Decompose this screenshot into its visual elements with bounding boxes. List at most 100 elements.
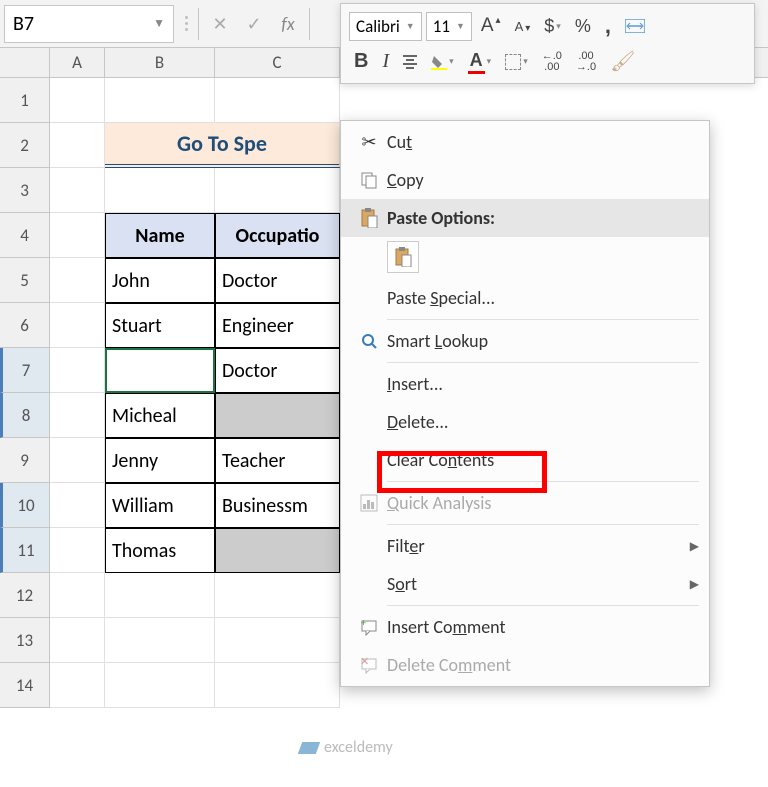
- cell[interactable]: [50, 618, 105, 663]
- row-header-9[interactable]: 9: [0, 438, 50, 483]
- col-header-C[interactable]: C: [215, 48, 340, 77]
- font-selector[interactable]: Calibri▼: [349, 12, 422, 41]
- name-box-dropdown-icon[interactable]: ▼: [153, 16, 165, 31]
- table-cell[interactable]: Doctor: [215, 348, 340, 393]
- row-header-13[interactable]: 13: [0, 618, 50, 663]
- separator: [309, 8, 310, 40]
- bold-button[interactable]: B: [349, 47, 373, 76]
- increase-font-button[interactable]: A▴: [476, 12, 506, 40]
- font-color-label: A: [468, 50, 485, 74]
- table-cell[interactable]: Doctor: [215, 258, 340, 303]
- quick-analysis-icon: [351, 494, 387, 512]
- cell[interactable]: [50, 78, 105, 123]
- search-icon: [351, 332, 387, 350]
- table-cell[interactable]: [215, 393, 340, 438]
- row-header-8[interactable]: 8: [0, 393, 50, 438]
- decrease-decimal-button[interactable]: .00→.0: [571, 48, 601, 76]
- col-header-B[interactable]: B: [105, 48, 215, 77]
- table-header-name[interactable]: Name: [105, 213, 215, 258]
- center-align-button[interactable]: [398, 50, 422, 74]
- cell[interactable]: [105, 573, 215, 618]
- cell[interactable]: [50, 573, 105, 618]
- cell[interactable]: [105, 168, 215, 213]
- ctx-insert-comment[interactable]: + Insert Comment: [341, 608, 709, 646]
- cell[interactable]: [50, 483, 105, 528]
- table-cell[interactable]: [215, 528, 340, 573]
- ctx-sort-label: Sort: [387, 573, 690, 595]
- name-box[interactable]: B7 ▼: [4, 5, 174, 43]
- col-header-A[interactable]: A: [50, 48, 105, 77]
- decrease-font-button[interactable]: A▾: [510, 16, 536, 37]
- ctx-clear-contents[interactable]: Clear Contents: [341, 441, 709, 479]
- ctx-smart-lookup[interactable]: Smart Lookup: [341, 322, 709, 360]
- cell[interactable]: [50, 528, 105, 573]
- dropdown-icon: ▾: [556, 21, 561, 32]
- cell[interactable]: [50, 213, 105, 258]
- borders-button[interactable]: ▾: [500, 51, 533, 73]
- ctx-filter[interactable]: Filter ▶: [341, 527, 709, 565]
- ctx-insert[interactable]: Insert...: [341, 365, 709, 403]
- font-color-button[interactable]: A▾: [463, 47, 497, 77]
- format-painter-button[interactable]: 🖌: [605, 46, 640, 77]
- cell[interactable]: [215, 573, 340, 618]
- table-header-occupation[interactable]: Occupatio: [215, 213, 340, 258]
- font-name: Calibri: [356, 16, 400, 37]
- percent-button[interactable]: %: [570, 13, 596, 40]
- paste-option-button[interactable]: [387, 241, 419, 273]
- table-cell[interactable]: Thomas: [105, 528, 215, 573]
- row-header-14[interactable]: 14: [0, 663, 50, 708]
- table-cell[interactable]: John: [105, 258, 215, 303]
- cell[interactable]: [50, 438, 105, 483]
- ctx-sort[interactable]: Sort ▶: [341, 565, 709, 603]
- ctx-cut[interactable]: ✂ Cut: [341, 123, 709, 161]
- cell[interactable]: [50, 258, 105, 303]
- row-header-3[interactable]: 3: [0, 168, 50, 213]
- ctx-paste-options-label: Paste Options:: [387, 207, 699, 229]
- fx-icon[interactable]: fx: [271, 7, 305, 41]
- cell[interactable]: [215, 168, 340, 213]
- table-cell[interactable]: William: [105, 483, 215, 528]
- fill-color-button[interactable]: ▾: [426, 51, 459, 73]
- cell[interactable]: [50, 168, 105, 213]
- cell[interactable]: [50, 303, 105, 348]
- table-cell[interactable]: Stuart: [105, 303, 215, 348]
- row-header-1[interactable]: 1: [0, 78, 50, 123]
- table-cell[interactable]: Businessm: [215, 483, 340, 528]
- increase-decimal-button[interactable]: ←.0.00: [537, 48, 567, 76]
- active-cell[interactable]: [105, 348, 215, 393]
- ctx-delete-comment: ✕ Delete Comment: [341, 646, 709, 684]
- row-header-11[interactable]: 11: [0, 528, 50, 573]
- select-all-corner[interactable]: [0, 48, 50, 77]
- cell[interactable]: [50, 123, 105, 168]
- cell[interactable]: [50, 663, 105, 708]
- cell[interactable]: [50, 393, 105, 438]
- table-cell[interactable]: Jenny: [105, 438, 215, 483]
- row-header-12[interactable]: 12: [0, 573, 50, 618]
- merge-icon[interactable]: [620, 16, 650, 36]
- ctx-copy-label: Copy: [387, 169, 699, 191]
- cell[interactable]: [105, 78, 215, 123]
- cell[interactable]: [215, 618, 340, 663]
- row-header-2[interactable]: 2: [0, 123, 50, 168]
- italic-button[interactable]: I: [377, 47, 394, 76]
- row-header-10[interactable]: 10: [0, 483, 50, 528]
- cell[interactable]: [215, 78, 340, 123]
- comma-button[interactable]: ,: [600, 10, 616, 42]
- row-header-7[interactable]: 7: [0, 348, 50, 393]
- row-header-5[interactable]: 5: [0, 258, 50, 303]
- ctx-delete[interactable]: Delete...: [341, 403, 709, 441]
- cell[interactable]: [50, 348, 105, 393]
- cell[interactable]: [215, 663, 340, 708]
- title-cell[interactable]: Go To Spe: [105, 123, 340, 168]
- table-cell[interactable]: Micheal: [105, 393, 215, 438]
- ctx-copy[interactable]: Copy: [341, 161, 709, 199]
- cell[interactable]: [105, 663, 215, 708]
- cell[interactable]: [105, 618, 215, 663]
- row-header-4[interactable]: 4: [0, 213, 50, 258]
- ctx-paste-special[interactable]: Paste Special...: [341, 279, 709, 317]
- font-size-selector[interactable]: 11▼: [426, 12, 472, 41]
- table-cell[interactable]: Engineer: [215, 303, 340, 348]
- row-header-6[interactable]: 6: [0, 303, 50, 348]
- table-cell[interactable]: Teacher: [215, 438, 340, 483]
- currency-button[interactable]: $▾: [539, 13, 566, 40]
